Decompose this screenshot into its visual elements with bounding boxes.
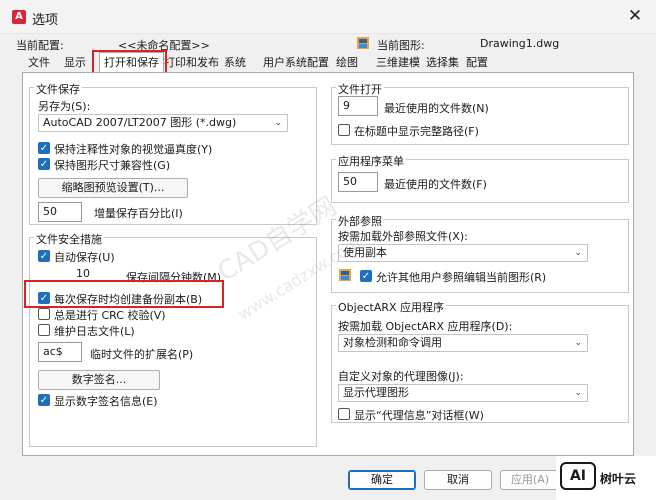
autosave-minutes-input[interactable]: 10: [76, 267, 90, 280]
autocad-app-icon: A: [12, 10, 26, 24]
full-path-label: 在标题中显示完整路径(F): [354, 125, 479, 138]
ok-button[interactable]: 确定: [348, 470, 416, 490]
save-as-label: 另存为(S):: [38, 100, 91, 113]
autosave-minutes-label: 保存间隔分钟数(M): [126, 271, 222, 284]
autosave-checkbox[interactable]: ✓: [38, 250, 50, 262]
digital-signature-button[interactable]: 数字签名...: [38, 370, 160, 390]
temp-extension-label: 临时文件的扩展名(P): [90, 348, 194, 361]
arx-demand-load-label: 按需加载 ObjectARX 应用程序(D):: [338, 320, 513, 333]
allow-edit-label: 允许其他用户参照编辑当前图形(R): [376, 271, 547, 284]
keep-drawing-size-label: 保持图形尺寸兼容性(G): [54, 159, 171, 172]
incremental-save-input[interactable]: 50: [38, 202, 82, 222]
tab-content-panel: 文件保存 另存为(S): AutoCAD 2007/LT2007 图形 (*.d…: [22, 72, 634, 456]
incremental-save-label: 增量保存百分比(I): [94, 207, 183, 220]
close-icon[interactable]: ✕: [624, 5, 646, 27]
current-profile-value: <<未命名配置>>: [118, 39, 210, 52]
app-menu-recent-input[interactable]: 50: [338, 172, 378, 192]
file-open-group: 文件打开 9 最近使用的文件数(N) 在标题中显示完整路径(F): [331, 81, 629, 145]
xrefs-title: 外部参照: [336, 213, 384, 229]
file-open-title: 文件打开: [336, 81, 384, 97]
app-menu-group: 应用程序菜单 50 最近使用的文件数(F): [331, 153, 629, 203]
crc-checkbox[interactable]: [38, 308, 50, 320]
tab-profiles[interactable]: 配置: [466, 54, 488, 72]
chevron-down-icon: ⌄: [574, 338, 582, 348]
tab-files[interactable]: 文件: [28, 54, 50, 72]
drawing-icon: [356, 36, 370, 50]
proxy-images-label: 自定义对象的代理图像(J):: [338, 370, 464, 383]
recent-files-label: 最近使用的文件数(N): [384, 102, 489, 115]
proxy-dialog-checkbox[interactable]: [338, 408, 350, 420]
chevron-down-icon: ⌄: [274, 118, 282, 128]
title-bar: A 选项 ✕: [0, 0, 656, 34]
crc-label: 总是进行 CRC 校验(V): [54, 309, 166, 322]
proxy-images-value: 显示代理图形: [343, 386, 409, 399]
current-drawing-label: 当前图形:: [377, 39, 425, 52]
backup-copy-checkbox[interactable]: ✓: [38, 292, 50, 304]
recent-files-input[interactable]: 9: [338, 96, 378, 116]
arx-demand-load-select[interactable]: 对象检测和命令调用 ⌄: [338, 334, 588, 352]
chevron-down-icon: ⌄: [574, 388, 582, 398]
autosave-label: 自动保存(U): [54, 251, 115, 264]
tab-open-and-save[interactable]: 打开和保存: [99, 52, 164, 72]
thumbnail-settings-button[interactable]: 缩略图预览设置(T)...: [38, 178, 188, 198]
tab-system[interactable]: 系统: [224, 54, 246, 72]
temp-extension-input[interactable]: ac$: [38, 342, 82, 362]
allow-edit-checkbox[interactable]: ✓: [360, 270, 372, 282]
proxy-images-select[interactable]: 显示代理图形 ⌄: [338, 384, 588, 402]
xref-demand-load-value: 使用副本: [343, 246, 387, 259]
tab-3d-modeling[interactable]: 三维建模: [376, 54, 420, 72]
app-menu-recent-label: 最近使用的文件数(F): [384, 178, 487, 191]
backup-copy-label: 每次保存时均创建备份副本(B): [54, 293, 203, 306]
tab-user-preferences[interactable]: 用户系统配置: [263, 54, 329, 72]
tab-drafting[interactable]: 绘图: [336, 54, 358, 72]
tab-strip: 文件 显示 打开和保存 打印和发布 系统 用户系统配置 绘图 三维建模 选择集 …: [8, 52, 648, 72]
site-logo: AI 树叶云: [556, 456, 656, 500]
file-safety-title: 文件安全措施: [34, 231, 104, 247]
arx-demand-load-value: 对象检测和命令调用: [343, 336, 442, 349]
tab-plot-and-publish[interactable]: 打印和发布: [164, 54, 219, 72]
current-drawing-value: Drawing1.dwg: [480, 37, 560, 50]
apply-button[interactable]: 应用(A): [500, 470, 560, 490]
logo-text: 树叶云: [600, 472, 637, 486]
tab-display[interactable]: 显示: [64, 54, 86, 72]
full-path-checkbox[interactable]: [338, 124, 350, 136]
save-as-value: AutoCAD 2007/LT2007 图形 (*.dwg): [43, 116, 237, 129]
log-file-label: 维护日志文件(L): [54, 325, 135, 338]
xrefs-group: 外部参照 按需加载外部参照文件(X): 使用副本 ⌄ ✓ 允许其他用户参照编辑当…: [331, 213, 629, 293]
current-profile-label: 当前配置:: [16, 39, 64, 52]
tab-selection[interactable]: 选择集: [426, 54, 459, 72]
keep-visual-fidelity-label: 保持注释性对象的视觉逼真度(Y): [54, 143, 213, 156]
objectarx-title: ObjectARX 应用程序: [336, 299, 447, 315]
cancel-button[interactable]: 取消: [424, 470, 492, 490]
show-signature-checkbox[interactable]: ✓: [38, 394, 50, 406]
window-title: 选项: [32, 13, 59, 28]
proxy-dialog-label: 显示“代理信息”对话框(W): [354, 409, 484, 422]
xref-edit-icon: [338, 268, 352, 282]
app-menu-title: 应用程序菜单: [336, 153, 406, 169]
xref-demand-load-select[interactable]: 使用副本 ⌄: [338, 244, 588, 262]
objectarx-group: ObjectARX 应用程序 按需加载 ObjectARX 应用程序(D): 对…: [331, 299, 629, 423]
chevron-down-icon: ⌄: [574, 248, 582, 258]
file-save-title: 文件保存: [34, 81, 82, 97]
show-signature-label: 显示数字签名信息(E): [54, 395, 158, 408]
file-save-group: 文件保存 另存为(S): AutoCAD 2007/LT2007 图形 (*.d…: [29, 81, 317, 225]
profile-bar: 当前配置: <<未命名配置>> 当前图形: Drawing1.dwg: [0, 34, 656, 54]
log-file-checkbox[interactable]: [38, 324, 50, 336]
save-as-select[interactable]: AutoCAD 2007/LT2007 图形 (*.dwg) ⌄: [38, 114, 288, 132]
logo-badge: AI: [560, 462, 596, 490]
file-safety-group: 文件安全措施 ✓ 自动保存(U) 10 保存间隔分钟数(M) ✓ 每次保存时均创…: [29, 231, 317, 447]
xref-demand-load-label: 按需加载外部参照文件(X):: [338, 230, 468, 243]
keep-drawing-size-checkbox[interactable]: ✓: [38, 158, 50, 170]
keep-visual-fidelity-checkbox[interactable]: ✓: [38, 142, 50, 154]
